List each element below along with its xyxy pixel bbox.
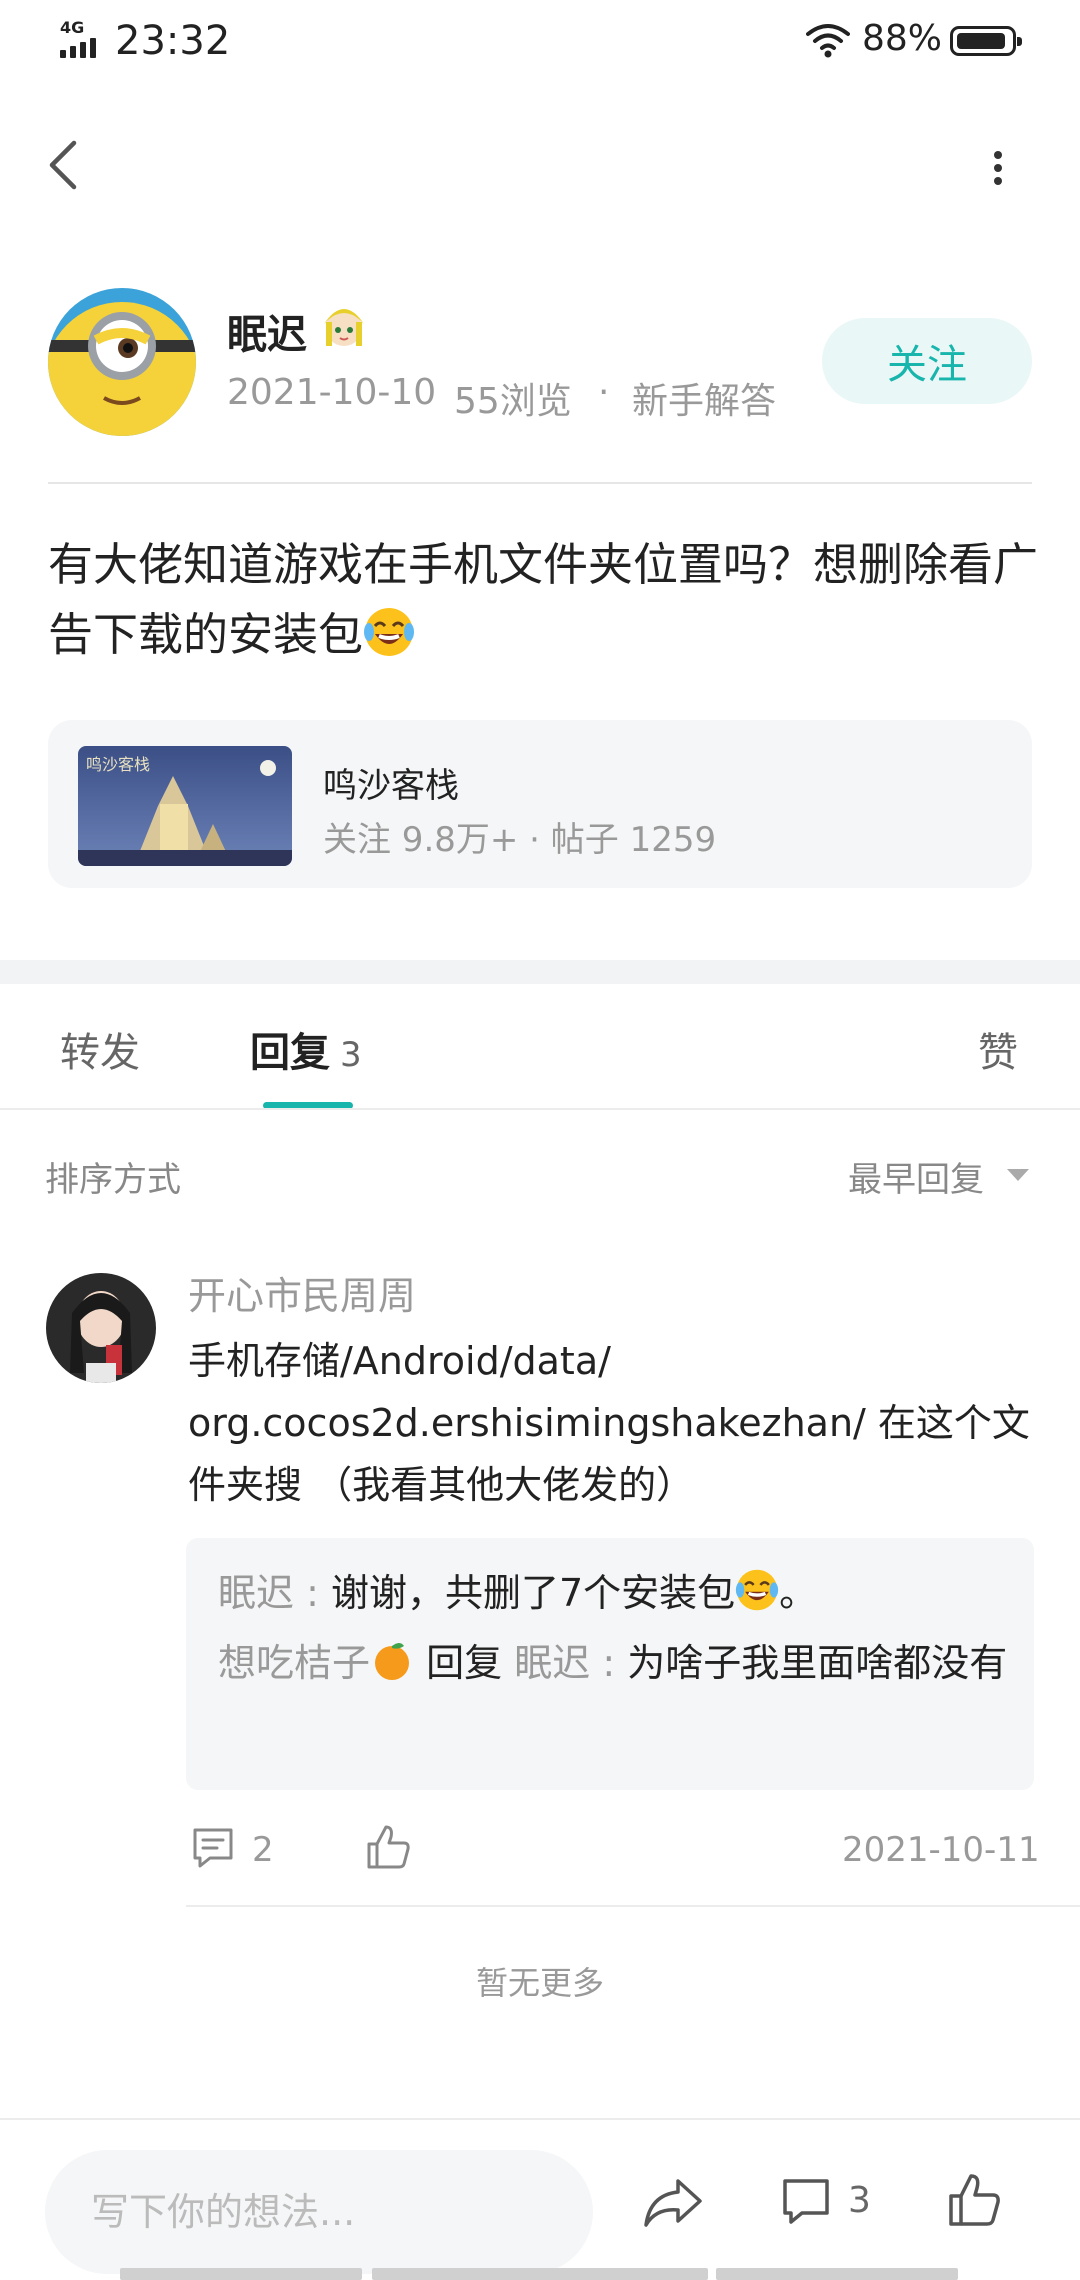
sub-replies[interactable]: 眠迟 : 谢谢，共删了7个安装包 。 想吃桔子 回复 眠迟 : 为啥子我里面啥都… <box>186 1538 1034 1790</box>
author-name[interactable]: 眠迟 <box>227 302 307 360</box>
tab-like[interactable]: 赞 <box>978 1020 1018 1078</box>
sub-reply-text: 谢谢，共删了7个安装包 <box>330 1571 736 1615</box>
comment-text: 手机存储/Android/data/ org.cocos2d.ershisimi… <box>188 1339 1030 1507</box>
meta-separator: · <box>598 372 610 413</box>
more-vertical-icon[interactable] <box>975 145 1021 191</box>
thumbs-up-icon[interactable] <box>364 1822 412 1872</box>
no-more-text: 暂无更多 <box>475 1964 604 2002</box>
tab-reply[interactable]: 回复 3 <box>250 1020 362 1078</box>
sub-reply-text: 为啥子我里面啥都没有 <box>627 1641 1008 1685</box>
sub-reply[interactable]: 眠迟 : 谢谢，共删了7个安装包 。 <box>218 1558 1018 1628</box>
network-type: 4G <box>60 18 85 37</box>
share-icon[interactable] <box>642 2175 704 2231</box>
post-text: 有大佬知道游戏在手机文件夹位置吗？想删除看广告下载的安装包 <box>48 538 1039 661</box>
wifi-icon <box>806 24 850 58</box>
minion-avatar-image <box>48 288 196 436</box>
status-bar: 4G 23:32 88% <box>0 0 1080 90</box>
signal-icon: 4G <box>58 18 104 60</box>
laughing-tears-emoji-icon <box>364 608 415 656</box>
tab-reply-count: 3 <box>340 1035 362 1075</box>
comment-icon[interactable] <box>780 2176 832 2228</box>
divider <box>0 2118 1080 2120</box>
laughing-tears-emoji-icon <box>736 1569 779 1611</box>
commenter-name[interactable]: 开心市民周周 <box>188 1265 416 1320</box>
thumbs-up-icon[interactable] <box>945 2170 1003 2230</box>
post-category[interactable]: 新手解答 <box>632 372 776 424</box>
sub-reply[interactable]: 想吃桔子 回复 眠迟 : 为啥子我里面啥都没有 <box>218 1628 1018 1698</box>
tab-reply-label: 回复 <box>250 1030 330 1076</box>
reply-to-user[interactable]: 眠迟 <box>514 1641 590 1685</box>
sub-reply-user[interactable]: 想吃桔子 <box>218 1641 370 1685</box>
game-card[interactable]: 鸣沙客栈 鸣沙客栈 关注 9.8万+ · 帖子 1259 <box>48 720 1032 888</box>
sub-reply-user[interactable]: 眠迟 <box>218 1571 294 1615</box>
sub-reply-suffix: 。 <box>779 1571 818 1615</box>
reply-count: 2 <box>252 1830 274 1870</box>
divider <box>0 1108 1080 1110</box>
status-time: 23:32 <box>115 18 231 64</box>
tangerine-emoji-icon <box>375 1643 410 1680</box>
divider <box>186 1905 1080 1907</box>
back-arrow-icon[interactable] <box>40 135 90 195</box>
comment-input[interactable] <box>45 2150 593 2274</box>
tab-forward[interactable]: 转发 <box>60 1020 140 1078</box>
divider <box>48 482 1032 484</box>
follow-button[interactable]: 关注 <box>822 318 1032 404</box>
section-separator <box>0 960 1080 984</box>
comment-date: 2021-10-11 <box>842 1830 1040 1870</box>
comment-icon[interactable] <box>190 1825 236 1871</box>
view-count: 55浏览 <box>454 381 572 422</box>
post-date: 2021-10-10 <box>227 372 437 413</box>
comment-count: 3 <box>848 2180 871 2221</box>
nav-gesture-bar <box>372 2268 708 2280</box>
battery-icon <box>950 26 1022 56</box>
game-stats: 关注 9.8万+ · 帖子 1259 <box>323 820 717 860</box>
sort-dropdown[interactable]: 最早回复 <box>848 1152 984 1201</box>
reply-word: 回复 <box>426 1641 503 1685</box>
user-badge-icon <box>324 309 364 346</box>
sort-label: 排序方式 <box>45 1160 181 1200</box>
chevron-down-icon[interactable] <box>1005 1165 1031 1185</box>
svg-text:鸣沙客栈: 鸣沙客栈 <box>86 755 150 774</box>
post-content: 有大佬知道游戏在手机文件夹位置吗？想删除看广告下载的安装包 <box>48 530 1038 670</box>
game-name: 鸣沙客栈 <box>323 766 459 806</box>
game-thumbnail: 鸣沙客栈 <box>78 746 292 866</box>
nav-gesture-bar <box>716 2268 958 2280</box>
commenter-avatar[interactable] <box>46 1273 156 1383</box>
nav-gesture-bar <box>120 2268 362 2280</box>
battery-percent: 88% <box>862 18 943 59</box>
author-avatar[interactable] <box>48 288 196 436</box>
